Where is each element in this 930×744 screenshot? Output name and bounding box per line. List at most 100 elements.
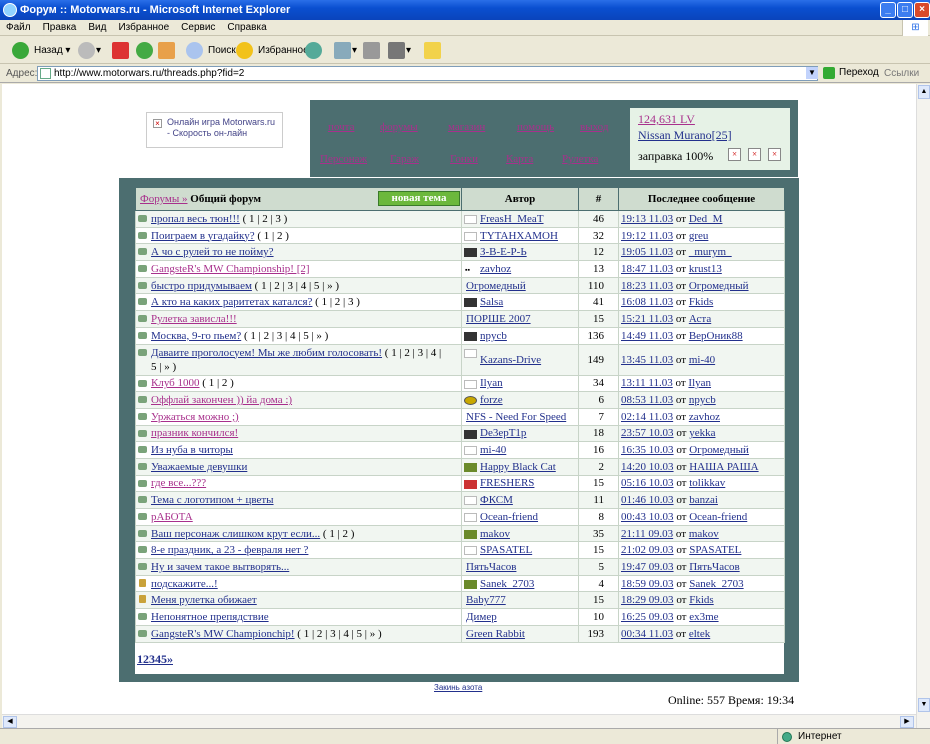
home-button[interactable] (158, 40, 176, 61)
last-post-date-link[interactable]: 16:08 11.03 (621, 296, 673, 308)
last-poster-link[interactable]: ВерОник88 (689, 330, 743, 342)
last-poster-link[interactable]: НАША РАША (689, 461, 758, 473)
vertical-scrollbar[interactable]: ▲ ▼ (916, 84, 930, 728)
last-poster-link[interactable]: makov (689, 528, 719, 540)
money-link[interactable]: 124,631 LV (638, 112, 695, 127)
author-link[interactable]: mi-40 (480, 444, 506, 456)
last-post-date-link[interactable]: 19:47 09.03 (621, 561, 674, 573)
author-link[interactable]: zavhoz (480, 263, 511, 275)
search-button[interactable]: Поиск (186, 40, 236, 61)
last-post-date-link[interactable]: 18:47 11.03 (621, 263, 673, 275)
author-link[interactable]: ПОРШЕ 2007 (466, 313, 531, 325)
scroll-down-arrow-icon[interactable]: ▼ (918, 698, 930, 712)
last-poster-link[interactable]: Sanek_2703 (689, 578, 743, 590)
author-link[interactable]: npycb (480, 330, 507, 342)
author-link[interactable]: makov (480, 528, 510, 540)
last-post-date-link[interactable]: 21:11 09.03 (621, 528, 673, 540)
thread-title-link[interactable]: Ну и зачем такое вытворять... (151, 561, 289, 573)
horizontal-scrollbar[interactable]: ◀ ▶ (2, 714, 916, 728)
last-post-date-link[interactable]: 19:13 11.03 (621, 213, 673, 225)
car-link[interactable]: Nissan Murano[25] (638, 128, 732, 143)
last-poster-link[interactable]: Fkids (689, 594, 713, 606)
thread-pages[interactable]: ( 1 | 2 ) (323, 528, 355, 540)
last-post-date-link[interactable]: 18:59 09.03 (621, 578, 674, 590)
nav-link[interactable]: магазин (448, 121, 485, 133)
thread-title-link[interactable]: А чо с рулей то не пойму? (151, 246, 274, 258)
thread-title-link[interactable]: 8-е праздник, а 23 - февраля нет ? (151, 544, 308, 556)
scroll-up-arrow-icon[interactable]: ▲ (918, 85, 930, 99)
thread-title-link[interactable]: где все...??? (151, 477, 206, 489)
forward-button[interactable]: ▾ (78, 40, 101, 61)
last-post-date-link[interactable]: 13:11 11.03 (621, 377, 673, 389)
nav-link[interactable]: форумы (380, 121, 418, 133)
thread-pages[interactable]: ( 1 | 2 | 3 | 4 | 5 | » ) (297, 628, 381, 640)
menu-item[interactable]: Справка (221, 20, 272, 36)
links-button[interactable]: Ссылки (884, 68, 919, 79)
last-post-date-link[interactable]: 18:23 11.03 (621, 280, 673, 292)
thread-pages[interactable]: ( 1 | 2 | 3 | 4 | 5 | » ) (255, 280, 339, 292)
author-link[interactable]: Sanek_2703 (480, 578, 534, 590)
last-post-date-link[interactable]: 15:21 11.03 (621, 313, 673, 325)
messenger-button[interactable] (424, 40, 442, 61)
nav-link[interactable]: Персонаж (320, 153, 367, 165)
last-post-date-link[interactable]: 21:02 09.03 (621, 544, 674, 556)
last-post-date-link[interactable]: 14:20 10.03 (621, 461, 674, 473)
author-link[interactable]: Огромедный (466, 280, 526, 292)
thread-title-link[interactable]: Даваите проголосуем! Мы же любим голосов… (151, 347, 382, 359)
thread-title-link[interactable]: подскажите...! (151, 578, 218, 590)
close-button[interactable]: × (914, 2, 930, 18)
thread-title-link[interactable]: Тема с логотипом + цветы (151, 494, 274, 506)
last-post-date-link[interactable]: 16:35 10.03 (621, 444, 674, 456)
thread-title-link[interactable]: Ваш персонаж слишком крут если... (151, 528, 320, 540)
author-link[interactable]: Green Rabbit (466, 628, 525, 640)
address-input[interactable]: http://www.motorwars.ru/threads.php?fid=… (37, 66, 818, 81)
last-post-date-link[interactable]: 16:25 09.03 (621, 611, 674, 623)
thread-title-link[interactable]: Уржаться можно ;) (151, 411, 239, 423)
go-button[interactable]: Переход (823, 67, 879, 79)
thread-title-link[interactable]: Меня рулетка обижает (151, 594, 257, 606)
last-poster-link[interactable]: banzai (689, 494, 718, 506)
stop-button[interactable] (112, 40, 130, 61)
thread-title-link[interactable]: GangsteR's MW Championchip! (151, 628, 295, 640)
author-link[interactable]: SPASATEL (480, 544, 532, 556)
thread-title-link[interactable]: GangsteR's MW Championship! [2] (151, 263, 310, 275)
last-poster-link[interactable]: yekka (689, 427, 715, 439)
last-poster-link[interactable]: SPASATEL (689, 544, 741, 556)
last-post-date-link[interactable]: 02:14 11.03 (621, 411, 673, 423)
nitro-link[interactable]: Закинь азота (434, 683, 482, 692)
author-link[interactable]: FRESHERS (480, 477, 534, 489)
thread-title-link[interactable]: быстро придумываем (151, 280, 252, 292)
last-poster-link[interactable]: ex3me (689, 611, 718, 623)
thread-pages[interactable]: ( 1 | 2 ) (202, 377, 234, 389)
last-post-date-link[interactable]: 00:34 11.03 (621, 628, 673, 640)
thread-pages[interactable]: ( 1 | 2 | 3 ) (315, 296, 360, 308)
menu-item[interactable]: Вид (82, 20, 112, 36)
author-link[interactable]: Happy Black Cat (480, 461, 556, 473)
last-poster-link[interactable]: zavhoz (689, 411, 720, 423)
nav-link[interactable]: почта (328, 121, 354, 133)
address-dropdown-button[interactable]: ▼ (806, 67, 818, 79)
favorites-button[interactable]: Избранное (236, 40, 309, 61)
thread-title-link[interactable]: А кто на каких раритетах катался? (151, 296, 312, 308)
menu-item[interactable]: Правка (37, 20, 83, 36)
print-button[interactable] (363, 40, 381, 61)
last-post-date-link[interactable]: 19:12 11.03 (621, 230, 673, 242)
refresh-button[interactable] (136, 40, 154, 61)
thread-pages[interactable]: ( 1 | 2 | 3 | 4 | (385, 347, 441, 359)
last-post-date-link[interactable]: 00:43 10.03 (621, 511, 674, 523)
last-poster-link[interactable]: _murym_ (689, 246, 732, 258)
thread-pages[interactable]: ( 1 | 2 | 3 | 4 | 5 | » ) (244, 330, 328, 342)
last-post-date-link[interactable]: 01:46 10.03 (621, 494, 674, 506)
last-poster-link[interactable]: krust13 (689, 263, 722, 275)
thread-title-link[interactable]: Оффлай закончен )) йа дома :) (151, 394, 292, 406)
last-post-date-link[interactable]: 08:53 11.03 (621, 394, 673, 406)
nav-link[interactable]: помощь (517, 121, 554, 133)
author-link[interactable]: Salsa (480, 296, 503, 308)
last-poster-link[interactable]: greu (689, 230, 709, 242)
author-link[interactable]: Baby777 (466, 594, 506, 606)
pagination-links[interactable]: 12345» (137, 652, 173, 667)
last-post-date-link[interactable]: 13:45 11.03 (621, 354, 673, 366)
last-poster-link[interactable]: npycb (689, 394, 716, 406)
last-poster-link[interactable]: Fkids (689, 296, 713, 308)
breadcrumb-forums-link[interactable]: Форумы » (140, 193, 188, 205)
